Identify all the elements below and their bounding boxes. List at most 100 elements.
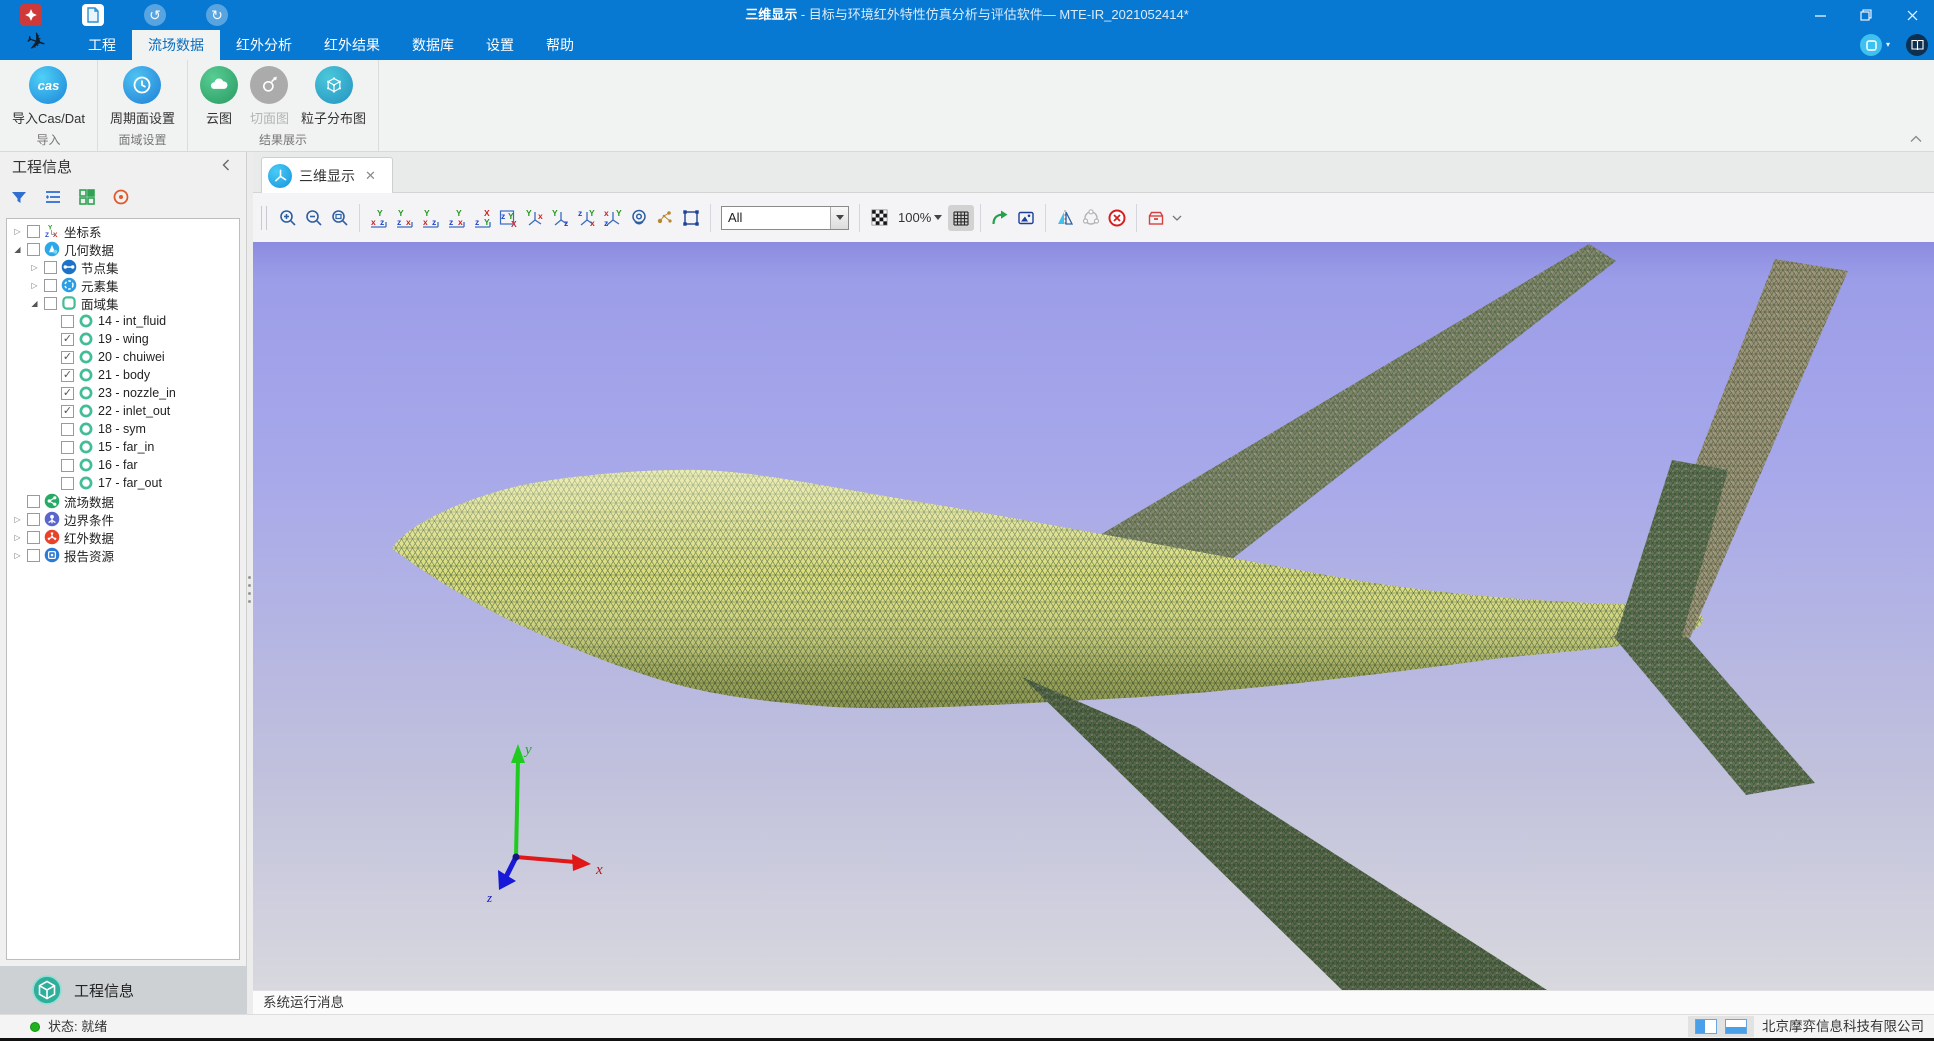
mirror-button[interactable] — [1052, 205, 1078, 231]
panel-footer-tab[interactable]: 工程信息 — [0, 966, 247, 1014]
tree-row-2[interactable]: ▷节点集 — [7, 258, 239, 276]
menu-item-3[interactable]: 红外结果 — [308, 30, 396, 60]
ribbon-button-0-0[interactable]: cas导入Cas/Dat — [6, 64, 91, 129]
ribbon-button-2-0[interactable]: 云图 — [194, 64, 244, 129]
zoom-level-dropdown[interactable] — [934, 215, 942, 220]
grid-toggle-button[interactable] — [948, 205, 974, 231]
tree-row-1[interactable]: ◢几何数据 — [7, 240, 239, 258]
theme-dropdown-caret[interactable]: ▾ — [1886, 41, 1896, 49]
tree-expander-icon[interactable]: ▷ — [11, 515, 24, 524]
tree-checkbox[interactable]: ✓ — [61, 369, 74, 382]
tree-row-12[interactable]: 15 - far_in — [7, 438, 239, 456]
restore-button[interactable] — [1844, 0, 1888, 30]
toggle-bottom-panel-button[interactable] — [1725, 1019, 1747, 1034]
tree-row-14[interactable]: 17 - far_out — [7, 474, 239, 492]
perspective-camera-button[interactable] — [626, 205, 652, 231]
tree-row-3[interactable]: ▷元素集 — [7, 276, 239, 294]
grid-view-button[interactable] — [74, 184, 100, 210]
tree-checkbox[interactable] — [44, 279, 57, 292]
view-iso-4-button[interactable]: zYx — [600, 205, 626, 231]
tree-row-0[interactable]: ▷YZX坐标系 — [7, 222, 239, 240]
tree-checkbox[interactable] — [61, 477, 74, 490]
tree-row-5[interactable]: 14 - int_fluid — [7, 312, 239, 330]
tree-expander-icon[interactable]: ▷ — [11, 227, 24, 236]
viewport-3d[interactable]: y x z — [253, 242, 1934, 990]
menu-item-1[interactable]: 流场数据 — [132, 30, 220, 60]
view-iso-1-button[interactable]: Yx — [522, 205, 548, 231]
view-back-button[interactable]: Yzx — [392, 205, 418, 231]
tree-expander-icon[interactable]: ◢ — [11, 245, 24, 254]
ribbon-button-2-2[interactable]: 粒子分布图 — [295, 64, 372, 129]
tree-expander-icon[interactable]: ◢ — [28, 299, 41, 308]
help-book-button[interactable] — [1906, 34, 1928, 56]
view-right-button[interactable]: Yzx — [444, 205, 470, 231]
ribbon-button-1-0[interactable]: 周期面设置 — [104, 64, 181, 129]
tree-checkbox[interactable]: ✓ — [61, 405, 74, 418]
tree-expander-icon[interactable]: ▷ — [11, 533, 24, 542]
display-filter-dropdown[interactable] — [830, 207, 848, 229]
tree-checkbox[interactable] — [27, 495, 40, 508]
view-iso-2-button[interactable]: Yz — [548, 205, 574, 231]
tree-row-17[interactable]: ▷红外数据 — [7, 528, 239, 546]
view-iso-3-button[interactable]: zYx — [574, 205, 600, 231]
zoom-out-button[interactable] — [301, 205, 327, 231]
menu-item-6[interactable]: 帮助 — [530, 30, 590, 60]
tree-checkbox[interactable] — [61, 459, 74, 472]
locate-target-button[interactable] — [108, 184, 134, 210]
list-view-button[interactable] — [40, 184, 66, 210]
ribbon-button-2-1[interactable]: 切面图 — [244, 64, 295, 129]
tree-row-11[interactable]: 18 - sym — [7, 420, 239, 438]
node-display-button[interactable] — [652, 205, 678, 231]
view-bottom-button[interactable]: zYX — [496, 205, 522, 231]
panel-collapse-button[interactable] — [222, 159, 236, 173]
display-filter-select[interactable]: All — [721, 206, 849, 230]
tree-row-16[interactable]: ▷边界条件 — [7, 510, 239, 528]
tree-checkbox[interactable]: ✓ — [61, 351, 74, 364]
snapshot-button[interactable] — [1013, 205, 1039, 231]
tree-row-4[interactable]: ◢面域集 — [7, 294, 239, 312]
view-top-button[interactable]: XzY — [470, 205, 496, 231]
tree-row-9[interactable]: ✓23 - nozzle_in — [7, 384, 239, 402]
export-button[interactable] — [987, 205, 1013, 231]
view-left-button[interactable]: Yxz — [418, 205, 444, 231]
ribbon-collapse-button[interactable] — [1910, 135, 1924, 145]
tree-row-7[interactable]: ✓20 - chuiwei — [7, 348, 239, 366]
tree-row-13[interactable]: 16 - far — [7, 456, 239, 474]
zoom-in-button[interactable] — [275, 205, 301, 231]
tree-checkbox[interactable] — [27, 513, 40, 526]
tree-row-18[interactable]: ▷报告资源 — [7, 546, 239, 564]
tree-checkbox[interactable] — [61, 315, 74, 328]
toggle-left-panel-button[interactable] — [1695, 1019, 1717, 1034]
tree-checkbox[interactable]: ✓ — [61, 333, 74, 346]
tree-checkbox[interactable]: ✓ — [61, 387, 74, 400]
tab-3d-view[interactable]: 三维显示 ✕ — [261, 157, 393, 193]
menu-item-2[interactable]: 红外分析 — [220, 30, 308, 60]
compare-button[interactable] — [1078, 205, 1104, 231]
archive-button[interactable] — [1143, 205, 1169, 231]
menu-item-4[interactable]: 数据库 — [396, 30, 470, 60]
tree-checkbox[interactable] — [61, 441, 74, 454]
archive-dropdown[interactable] — [1169, 205, 1185, 231]
tree-checkbox[interactable] — [61, 423, 74, 436]
zoom-fit-button[interactable] — [327, 205, 353, 231]
texture-button[interactable] — [866, 205, 892, 231]
menu-item-5[interactable]: 设置 — [470, 30, 530, 60]
theme-button[interactable] — [1860, 34, 1882, 56]
minimize-button[interactable] — [1798, 0, 1842, 30]
delete-result-button[interactable] — [1104, 205, 1130, 231]
tree-row-6[interactable]: ✓19 - wing — [7, 330, 239, 348]
tree-row-10[interactable]: ✓22 - inlet_out — [7, 402, 239, 420]
tree-checkbox[interactable] — [27, 549, 40, 562]
tree-row-15[interactable]: 流场数据 — [7, 492, 239, 510]
view-front-button[interactable]: xzY — [366, 205, 392, 231]
tree-checkbox[interactable] — [44, 261, 57, 274]
box-select-button[interactable] — [678, 205, 704, 231]
tree-checkbox[interactable] — [44, 297, 57, 310]
tree-expander-icon[interactable]: ▷ — [11, 551, 24, 560]
tree-expander-icon[interactable]: ▷ — [28, 263, 41, 272]
tree-row-8[interactable]: ✓21 - body — [7, 366, 239, 384]
tree-checkbox[interactable] — [27, 225, 40, 238]
close-button[interactable] — [1890, 0, 1934, 30]
tree-expander-icon[interactable]: ▷ — [28, 281, 41, 290]
tree-checkbox[interactable] — [27, 531, 40, 544]
